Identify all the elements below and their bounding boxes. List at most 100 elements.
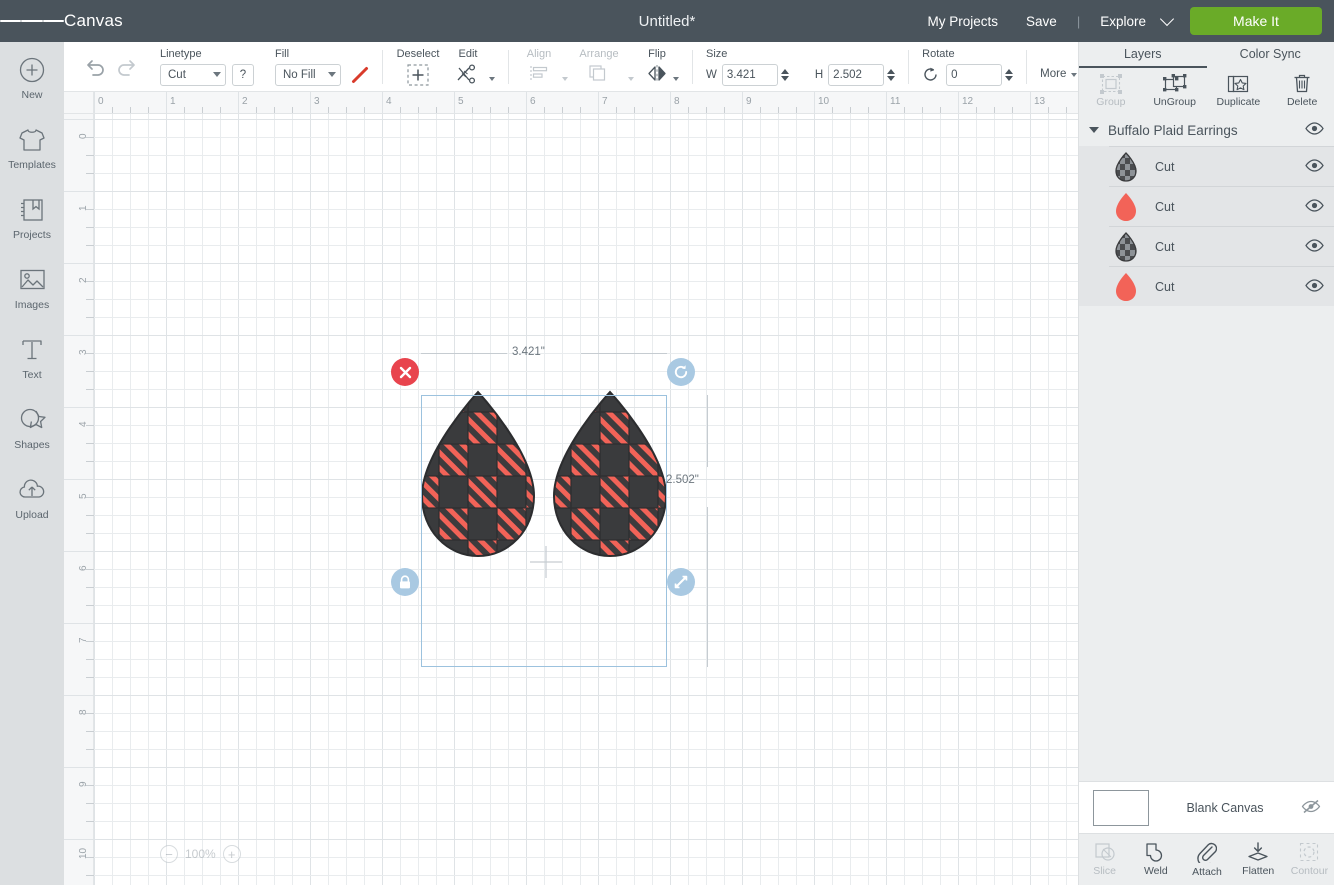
- edit-caret-icon[interactable]: [489, 76, 495, 81]
- chevron-down-icon[interactable]: [1089, 127, 1099, 133]
- table-row[interactable]: Cut: [1109, 146, 1334, 186]
- layer-name: Cut: [1155, 199, 1175, 214]
- linetype-help-button[interactable]: ?: [232, 63, 254, 86]
- rotate-stepper[interactable]: [1005, 68, 1014, 81]
- rotate-input[interactable]: 0: [946, 63, 1003, 86]
- eye-icon[interactable]: [1305, 238, 1324, 255]
- eye-off-icon[interactable]: [1301, 799, 1321, 817]
- group-label: Group: [1096, 96, 1126, 108]
- fill-value: No Fill: [283, 68, 316, 81]
- flatten-button[interactable]: Flatten: [1233, 834, 1284, 885]
- deselect-icon[interactable]: [407, 63, 429, 86]
- more-label: More: [1040, 68, 1067, 80]
- sidebar-item-label: New: [21, 88, 43, 101]
- picture-icon: [19, 264, 46, 296]
- rotate-handle[interactable]: [667, 358, 695, 386]
- edit-scissors-icon[interactable]: [455, 63, 481, 84]
- ruler-label: 2: [242, 96, 248, 107]
- lock-handle[interactable]: [391, 568, 419, 596]
- red-teardrop-thumb: [1111, 192, 1141, 222]
- header-actions: My Projects Save | Explore Make It: [914, 0, 1334, 42]
- sidebar-item-templates[interactable]: Templates: [0, 112, 64, 182]
- save-button[interactable]: Save: [1012, 14, 1071, 29]
- ruler-label: 8: [674, 96, 680, 107]
- rotate-icon[interactable]: [922, 66, 939, 83]
- eye-icon[interactable]: [1305, 122, 1324, 138]
- tab-color-sync[interactable]: Color Sync: [1207, 42, 1334, 68]
- linetype-label: Linetype: [160, 47, 202, 60]
- undo-icon[interactable]: [84, 58, 106, 76]
- group-button[interactable]: Group: [1079, 68, 1143, 114]
- selection-bounding-box: [421, 395, 667, 667]
- table-row[interactable]: Cut: [1109, 226, 1334, 266]
- attach-button[interactable]: Attach: [1181, 834, 1232, 885]
- tshirt-icon: [18, 124, 46, 156]
- flip-caret-icon[interactable]: [673, 76, 679, 81]
- book-icon: [19, 194, 45, 226]
- duplicate-icon: [1228, 75, 1249, 93]
- left-sidebar: New Templates Projects Images Text Shape…: [0, 42, 64, 885]
- ruler-label: 5: [458, 96, 464, 107]
- flip-icon[interactable]: [645, 64, 669, 83]
- height-input[interactable]: 2.502: [828, 63, 885, 86]
- my-projects-link[interactable]: My Projects: [914, 14, 1013, 29]
- contour-button[interactable]: Contour: [1284, 834, 1334, 885]
- sidebar-item-upload[interactable]: Upload: [0, 462, 64, 532]
- table-row[interactable]: Cut: [1109, 266, 1334, 306]
- zoom-out-button[interactable]: −: [160, 845, 178, 863]
- weld-button[interactable]: Weld: [1130, 834, 1181, 885]
- group-icon: [1099, 74, 1122, 94]
- sidebar-item-projects[interactable]: Projects: [0, 182, 64, 252]
- rotate-group: Rotate 0: [922, 42, 1014, 92]
- linetype-color-swatch[interactable]: [351, 66, 369, 84]
- toolbar-divider-3: [692, 49, 693, 84]
- ruler-label: 3: [314, 96, 320, 107]
- toolbar-divider-2: [508, 49, 509, 84]
- fill-select[interactable]: No Fill: [275, 63, 341, 86]
- width-stepper[interactable]: [780, 68, 789, 81]
- toolbar-divider: [382, 49, 383, 84]
- table-row[interactable]: Cut: [1109, 186, 1334, 226]
- explore-dropdown[interactable]: Explore: [1086, 11, 1178, 29]
- sidebar-item-new[interactable]: New: [0, 42, 64, 112]
- selection-height-label: 2.502": [666, 474, 699, 486]
- blank-canvas-thumb: [1093, 789, 1149, 826]
- weld-icon: [1146, 843, 1162, 862]
- ungroup-button[interactable]: UnGroup: [1143, 68, 1207, 114]
- text-icon: [19, 334, 45, 366]
- width-input[interactable]: 3.421: [721, 63, 778, 86]
- delete-handle[interactable]: [391, 358, 419, 386]
- canvas-grid[interactable]: 3.421" 2.502": [94, 114, 1078, 885]
- design-canvas[interactable]: 3.421" 2.502" 0 1 2 3 4 5 6 7 8 9 10 11 12 13 0123456…: [64, 92, 1078, 885]
- redo-icon[interactable]: [116, 58, 138, 76]
- layer-name: Cut: [1155, 239, 1175, 254]
- duplicate-button[interactable]: Duplicate: [1207, 68, 1271, 114]
- panel-tabs: Layers Color Sync: [1079, 42, 1334, 68]
- arrange-label: Arrange: [579, 47, 619, 60]
- tab-layers[interactable]: Layers: [1079, 42, 1207, 68]
- blank-canvas-row[interactable]: Blank Canvas: [1079, 781, 1334, 833]
- delete-label: Delete: [1286, 96, 1318, 108]
- edit-toolbar: Linetype Cut ? Fill No Fill Deselect Edi…: [64, 42, 1078, 114]
- hamburger-icon[interactable]: [0, 0, 64, 42]
- sidebar-item-text[interactable]: Text: [0, 322, 64, 392]
- eye-icon[interactable]: [1305, 278, 1324, 295]
- height-stepper[interactable]: [887, 68, 896, 81]
- sidebar-item-shapes[interactable]: Shapes: [0, 392, 64, 462]
- linetype-select[interactable]: Cut: [160, 63, 226, 86]
- zoom-in-button[interactable]: +: [222, 845, 241, 863]
- eye-icon[interactable]: [1305, 198, 1324, 215]
- delete-button[interactable]: Delete: [1270, 68, 1334, 114]
- more-button[interactable]: More: [1040, 68, 1078, 80]
- sidebar-item-label: Projects: [13, 228, 51, 241]
- slice-button[interactable]: Slice: [1079, 834, 1130, 885]
- horizontal-ruler: 0 1 2 3 4 5 6 7 8 9 10 11 12 13: [64, 92, 1078, 114]
- layer-list: Cut Cut Cut Cut: [1079, 146, 1334, 306]
- slice-label: Slice: [1093, 865, 1116, 877]
- contour-icon: [1300, 842, 1319, 862]
- sidebar-item-images[interactable]: Images: [0, 252, 64, 322]
- eye-icon[interactable]: [1305, 158, 1324, 175]
- make-it-button[interactable]: Make It: [1190, 7, 1322, 35]
- layer-group-row[interactable]: Buffalo Plaid Earrings: [1079, 114, 1334, 146]
- resize-handle[interactable]: [667, 568, 695, 596]
